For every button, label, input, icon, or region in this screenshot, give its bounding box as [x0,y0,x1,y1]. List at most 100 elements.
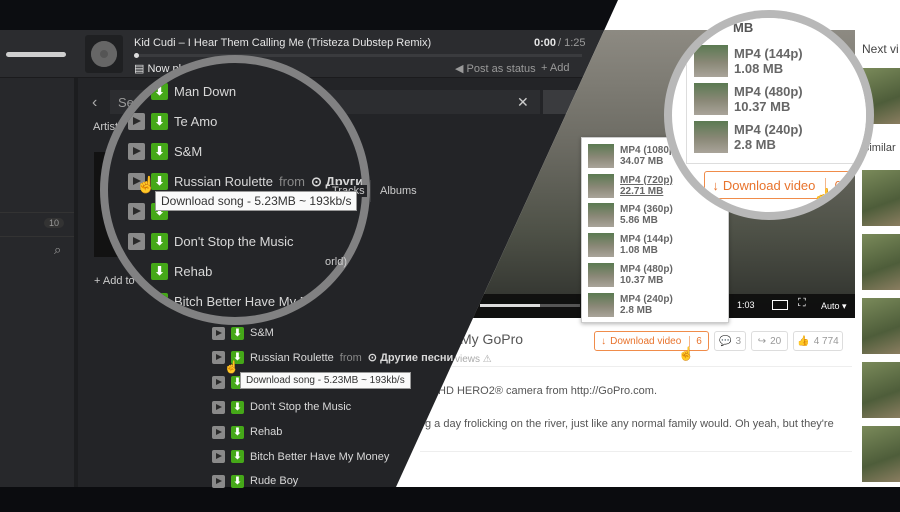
play-icon[interactable] [212,376,225,390]
play-icon[interactable] [128,203,145,220]
track-row: ⬇ Don't Stop the Music [212,400,352,414]
warning-icon[interactable]: ⚠ [483,354,492,365]
format-size: 2.8 MB [620,304,653,316]
play-icon[interactable] [212,450,225,464]
post-status-label: Post as status [466,63,536,75]
play-icon[interactable] [212,326,225,340]
format-name: MP4 (360p) [620,204,673,216]
format-option[interactable]: MP4 (480p) 10.37 MB [588,262,673,287]
post-status-button[interactable]: ◀ Post as status [455,62,536,75]
download-song-icon[interactable]: ⬇ [151,143,168,160]
back-icon[interactable]: ‹ [92,94,97,112]
play-icon[interactable] [212,400,225,414]
hand-cursor-icon: ☝ [812,188,835,208]
format-size: 5.86 MB [620,215,658,227]
video-progress[interactable] [480,304,580,307]
divider [420,451,852,452]
download-song-icon[interactable]: ⬇ [231,326,244,340]
progress-bar[interactable] [134,54,582,57]
download-label: Download video [610,335,682,347]
format-option[interactable]: MP4 (240p) 2.8 MB [694,121,803,153]
track-row: ⬇ Rude Boy [212,474,298,488]
download-song-icon[interactable]: ⬇ [231,474,244,488]
views-label: views [455,354,481,365]
progress-handle[interactable] [134,53,139,58]
track-row: ⬇ Rehab [128,263,212,280]
track-title: Te Amo [174,114,218,129]
hand-cursor-icon: ☝ [136,177,156,194]
video-thumbnail [588,173,614,198]
theater-mode-icon[interactable] [772,300,788,310]
format-option[interactable]: MP4 (240p) 2.8 MB [588,292,673,317]
format-option[interactable]: MP4 (360p) 5.86 MB [588,203,673,228]
time-current: 0:00 [534,37,557,49]
format-option[interactable]: MP4 (144p) 1.08 MB [694,45,803,77]
track-title: Bitch Better Have My Money [250,450,390,463]
track-title: Kid Cudi – I Hear Them Calling Me (Trist… [134,37,432,49]
tab-divider [370,180,371,202]
similar-video-thumbnail[interactable] [862,298,900,354]
format-name: MP4 (144p) [620,234,673,246]
format-name: MP4 (720p) [620,174,673,186]
download-song-icon[interactable]: ⬇ [151,233,168,250]
thumbs-up-icon: 👍 [797,335,810,347]
volume-slider[interactable] [6,52,66,57]
similar-video-thumbnail[interactable] [862,426,900,482]
share-icon: ↪ [757,335,767,347]
video-time: 1:03 [737,300,755,310]
divider [430,366,852,367]
download-song-icon[interactable]: ⬇ [151,83,168,100]
play-icon[interactable] [128,143,145,160]
track-title: Bitch Better Have My M [174,294,311,309]
video-thumbnail [588,203,614,228]
play-icon[interactable] [128,113,145,130]
track-title: Rehab [250,426,283,438]
comments-button[interactable]: 💬 3 [714,331,746,351]
magnifier-lens-video: MB MP4 (144p) 1.08 MB MP4 (480p) 10.37 MB MP… [664,10,874,220]
search-icon[interactable]: ⌕ [54,242,61,258]
like-button[interactable]: 👍 4 774 [793,331,843,351]
track-row: ⬇Russian Roulettefrom⊙ Другие песни [212,351,453,365]
format-option[interactable]: MP4 (1080p) 34.07 MB [588,144,678,168]
track-title: S&M [174,144,203,159]
track-row: ⬇ Don't Stop the Music [128,233,294,250]
quality-select[interactable]: Auto ▾ [821,301,847,312]
download-song-icon[interactable]: ⬇ [231,450,244,464]
clear-search-icon[interactable]: ✕ [517,94,529,111]
add-button[interactable]: + Add [541,62,569,74]
download-song-icon[interactable]: ⬇ [231,425,244,439]
format-option[interactable]: MP4 (480p) 10.37 MB [694,83,803,115]
format-size: 10.37 MB [734,99,791,114]
format-option[interactable]: MP4 (144p) 1.08 MB [588,233,673,258]
share-button[interactable]: ↪ 20 [751,331,788,351]
track-title: Russian Roulette [250,351,334,364]
similar-video-thumbnail[interactable] [862,234,900,290]
play-icon[interactable] [128,233,145,250]
from-label: from [339,351,362,364]
album-name: Другие песни [380,352,454,365]
play-icon[interactable] [212,425,225,439]
fullscreen-icon[interactable]: ⛶ [798,297,806,310]
next-video-heading: Next vi [862,42,899,56]
similar-video-thumbnail[interactable] [862,362,900,418]
download-song-icon[interactable]: ⬇ [231,400,244,414]
format-name: MP4 (144p) [734,46,803,61]
track-title: Don't Stop the Music [250,401,352,414]
format-size: 10.37 MB [620,274,664,286]
download-song-icon[interactable]: ⬇ [151,113,168,130]
track-title: Don't Stop the Music [174,234,294,249]
format-name: MP4 (480p) [734,84,803,99]
track-row: ⬇ Man Down [128,83,236,100]
album-link[interactable]: ⊙ Другие песни [368,351,453,364]
format-name: MP4 (480p) [620,263,673,275]
similar-video-thumbnail[interactable] [862,170,900,226]
sidebar-badge: 10 [44,218,65,228]
play-icon[interactable] [212,474,225,488]
video-thumbnail [694,45,728,77]
download-song-icon[interactable]: ⬇ [151,263,168,280]
download-song-icon[interactable]: ⬇ [151,293,168,310]
format-option[interactable]: MP4 (720p) 22.71 MB [588,173,673,198]
track-row: ⬇ Bitch Better Have My Money [212,450,390,464]
tab-albums[interactable]: Albums [380,185,417,197]
sidebar [0,78,78,487]
